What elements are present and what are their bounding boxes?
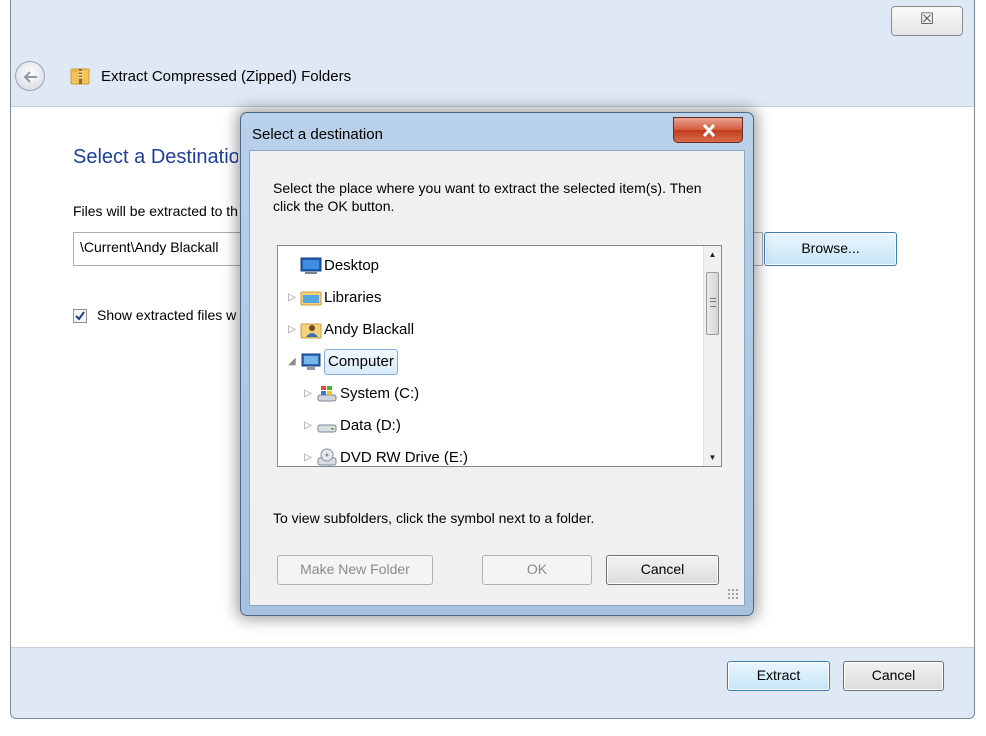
zip-folder-icon <box>70 68 90 85</box>
back-arrow-icon <box>23 71 37 83</box>
libraries-icon <box>300 288 322 318</box>
expand-arrow-icon[interactable]: ▷ <box>288 316 298 344</box>
expand-arrow-icon[interactable]: ▷ <box>304 380 314 408</box>
extract-button[interactable]: Extract <box>727 661 830 691</box>
subfolder-hint: To view subfolders, click the symbol nex… <box>273 510 595 526</box>
tree-item-label: Data (D:) <box>340 417 401 434</box>
computer-icon <box>300 352 322 382</box>
folder-tree[interactable]: ▲ ▼ Desktop ▷ Libraries ▷ Andy Blackall ◢ Comp… <box>277 245 722 467</box>
tree-item-label: System (C:) <box>340 385 420 402</box>
scroll-down-arrow-icon[interactable]: ▼ <box>704 449 721 466</box>
dvd-drive-icon <box>316 448 338 466</box>
show-extracted-checkbox[interactable] <box>73 309 87 323</box>
resize-grip[interactable] <box>727 588 739 600</box>
wizard-cancel-button[interactable]: Cancel <box>843 661 944 691</box>
dialog-instruction: Select the place where you want to extra… <box>273 180 702 214</box>
expand-arrow-icon[interactable]: ▷ <box>288 284 298 312</box>
tree-item-label: DVD RW Drive (E:) <box>340 449 469 466</box>
make-new-folder-button[interactable]: Make New Folder <box>277 555 433 585</box>
browse-button[interactable]: Browse... <box>764 232 897 266</box>
dialog-title: Select a destination <box>252 126 383 143</box>
checkmark-icon <box>75 311 85 321</box>
desktop-icon <box>300 256 322 286</box>
show-extracted-label: Show extracted files when complete <box>97 307 237 323</box>
files-destination-label: Files will be extracted to this folder: <box>73 203 238 219</box>
close-icon <box>702 124 716 137</box>
tree-item-label: Libraries <box>324 289 382 306</box>
expand-arrow-icon[interactable]: ▷ <box>304 444 314 466</box>
wizard-title: Extract Compressed (Zipped) Folders <box>101 68 352 85</box>
window-close-button[interactable]: ☒ <box>891 6 963 36</box>
scroll-up-arrow-icon[interactable]: ▲ <box>704 246 721 263</box>
user-folder-icon <box>300 320 322 350</box>
system-drive-icon <box>316 384 338 414</box>
collapse-arrow-icon[interactable]: ◢ <box>288 348 298 376</box>
ok-button[interactable]: OK <box>482 555 592 585</box>
dialog-close-button[interactable] <box>673 117 743 143</box>
back-button[interactable] <box>15 61 45 91</box>
tree-item-label: Andy Blackall <box>324 321 415 338</box>
hard-drive-icon <box>316 416 338 446</box>
tree-item-label: Desktop <box>324 257 380 274</box>
scroll-thumb[interactable] <box>706 272 719 335</box>
expand-arrow-icon[interactable]: ▷ <box>304 412 314 440</box>
page-heading: Select a Destination and Extract Files <box>73 146 238 168</box>
dialog-cancel-button[interactable]: Cancel <box>606 555 719 585</box>
tree-item-label: Computer <box>324 349 398 375</box>
tree-scrollbar[interactable]: ▲ ▼ <box>703 246 721 466</box>
